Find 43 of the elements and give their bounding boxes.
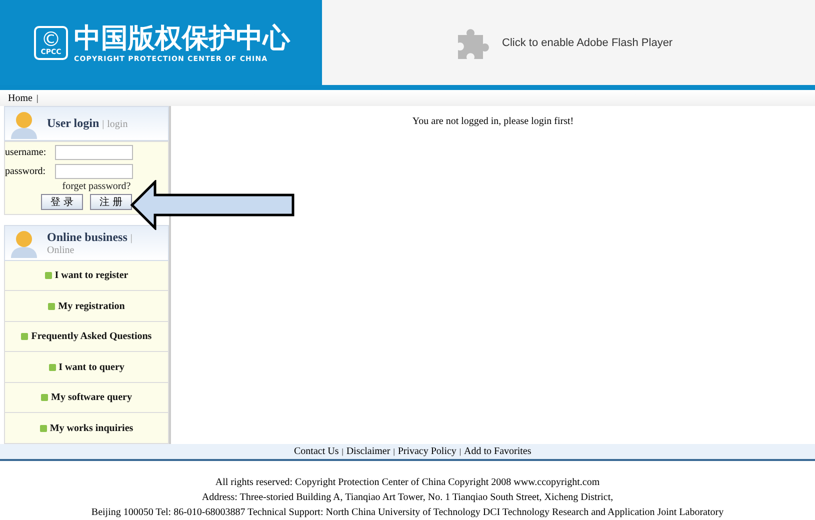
- password-field[interactable]: [55, 164, 133, 180]
- footer-link[interactable]: Disclaimer: [346, 446, 390, 457]
- register-button[interactable]: 注 册: [90, 194, 132, 210]
- menu-item[interactable]: I want to query: [4, 352, 169, 383]
- footer-text: Address: Three-storied Building A, Tianqiao Art Tower, No. 1 Tianqiao South Street, Xicheng District,: [202, 491, 614, 505]
- bullet-icon: [44, 272, 52, 280]
- separator: |: [342, 447, 344, 456]
- menu-item[interactable]: Frequently Asked Questions: [4, 322, 169, 352]
- login-message: You are not logged in, please login first!: [412, 116, 574, 127]
- footer-text: All rights reserved: Copyright Protection Center of China Copyright 2008 www.ccopyright.com: [215, 476, 600, 490]
- flash-placeholder[interactable]: Click to enable Adobe Flash Player: [322, 0, 815, 85]
- separator: |: [102, 119, 104, 130]
- panel-subtitle: Online: [47, 245, 74, 256]
- menu-item[interactable]: My software query: [4, 382, 169, 414]
- username-label: username:: [5, 147, 48, 158]
- footer-link[interactable]: Add to Favorites: [464, 446, 532, 457]
- footer-link[interactable]: Contact Us: [294, 446, 339, 457]
- login-button[interactable]: 登 录: [41, 194, 83, 210]
- separator: |: [393, 447, 395, 456]
- menu-item[interactable]: I want to register: [4, 260, 169, 292]
- panel-title: Online business: [47, 230, 128, 246]
- bullet-icon: [21, 333, 28, 340]
- bullet-icon: [48, 364, 56, 371]
- user-avatar-icon: [9, 228, 39, 258]
- panel-title: User login: [47, 116, 100, 132]
- copyright-symbol: ©: [41, 29, 61, 49]
- bullet-icon: [48, 302, 56, 310]
- forgot-password-link[interactable]: forget password?: [62, 181, 131, 192]
- panel-subtitle: login: [107, 119, 128, 130]
- password-label: password:: [5, 166, 47, 178]
- menu-item[interactable]: My works inquiries: [4, 413, 169, 444]
- home-link[interactable]: Home: [8, 92, 32, 104]
- footer-text: Beijing 100050 Tel: 86-010-68003887 Technical Support: North China University of Technology DCI Technology Research and Application Joint Laboratory: [91, 506, 724, 520]
- logo-title: 中国版权保护中心: [74, 22, 290, 54]
- separator: |: [459, 447, 462, 456]
- separator: |: [130, 233, 132, 244]
- flash-prompt: Click to enable Adobe Flash Player: [502, 36, 673, 48]
- footer-link[interactable]: Privacy Policy: [398, 446, 456, 457]
- bullet-icon: [41, 394, 48, 402]
- menu-item[interactable]: My registration: [4, 291, 169, 322]
- bullet-icon: [40, 424, 47, 432]
- separator: |: [36, 93, 38, 103]
- username-field[interactable]: [55, 145, 133, 160]
